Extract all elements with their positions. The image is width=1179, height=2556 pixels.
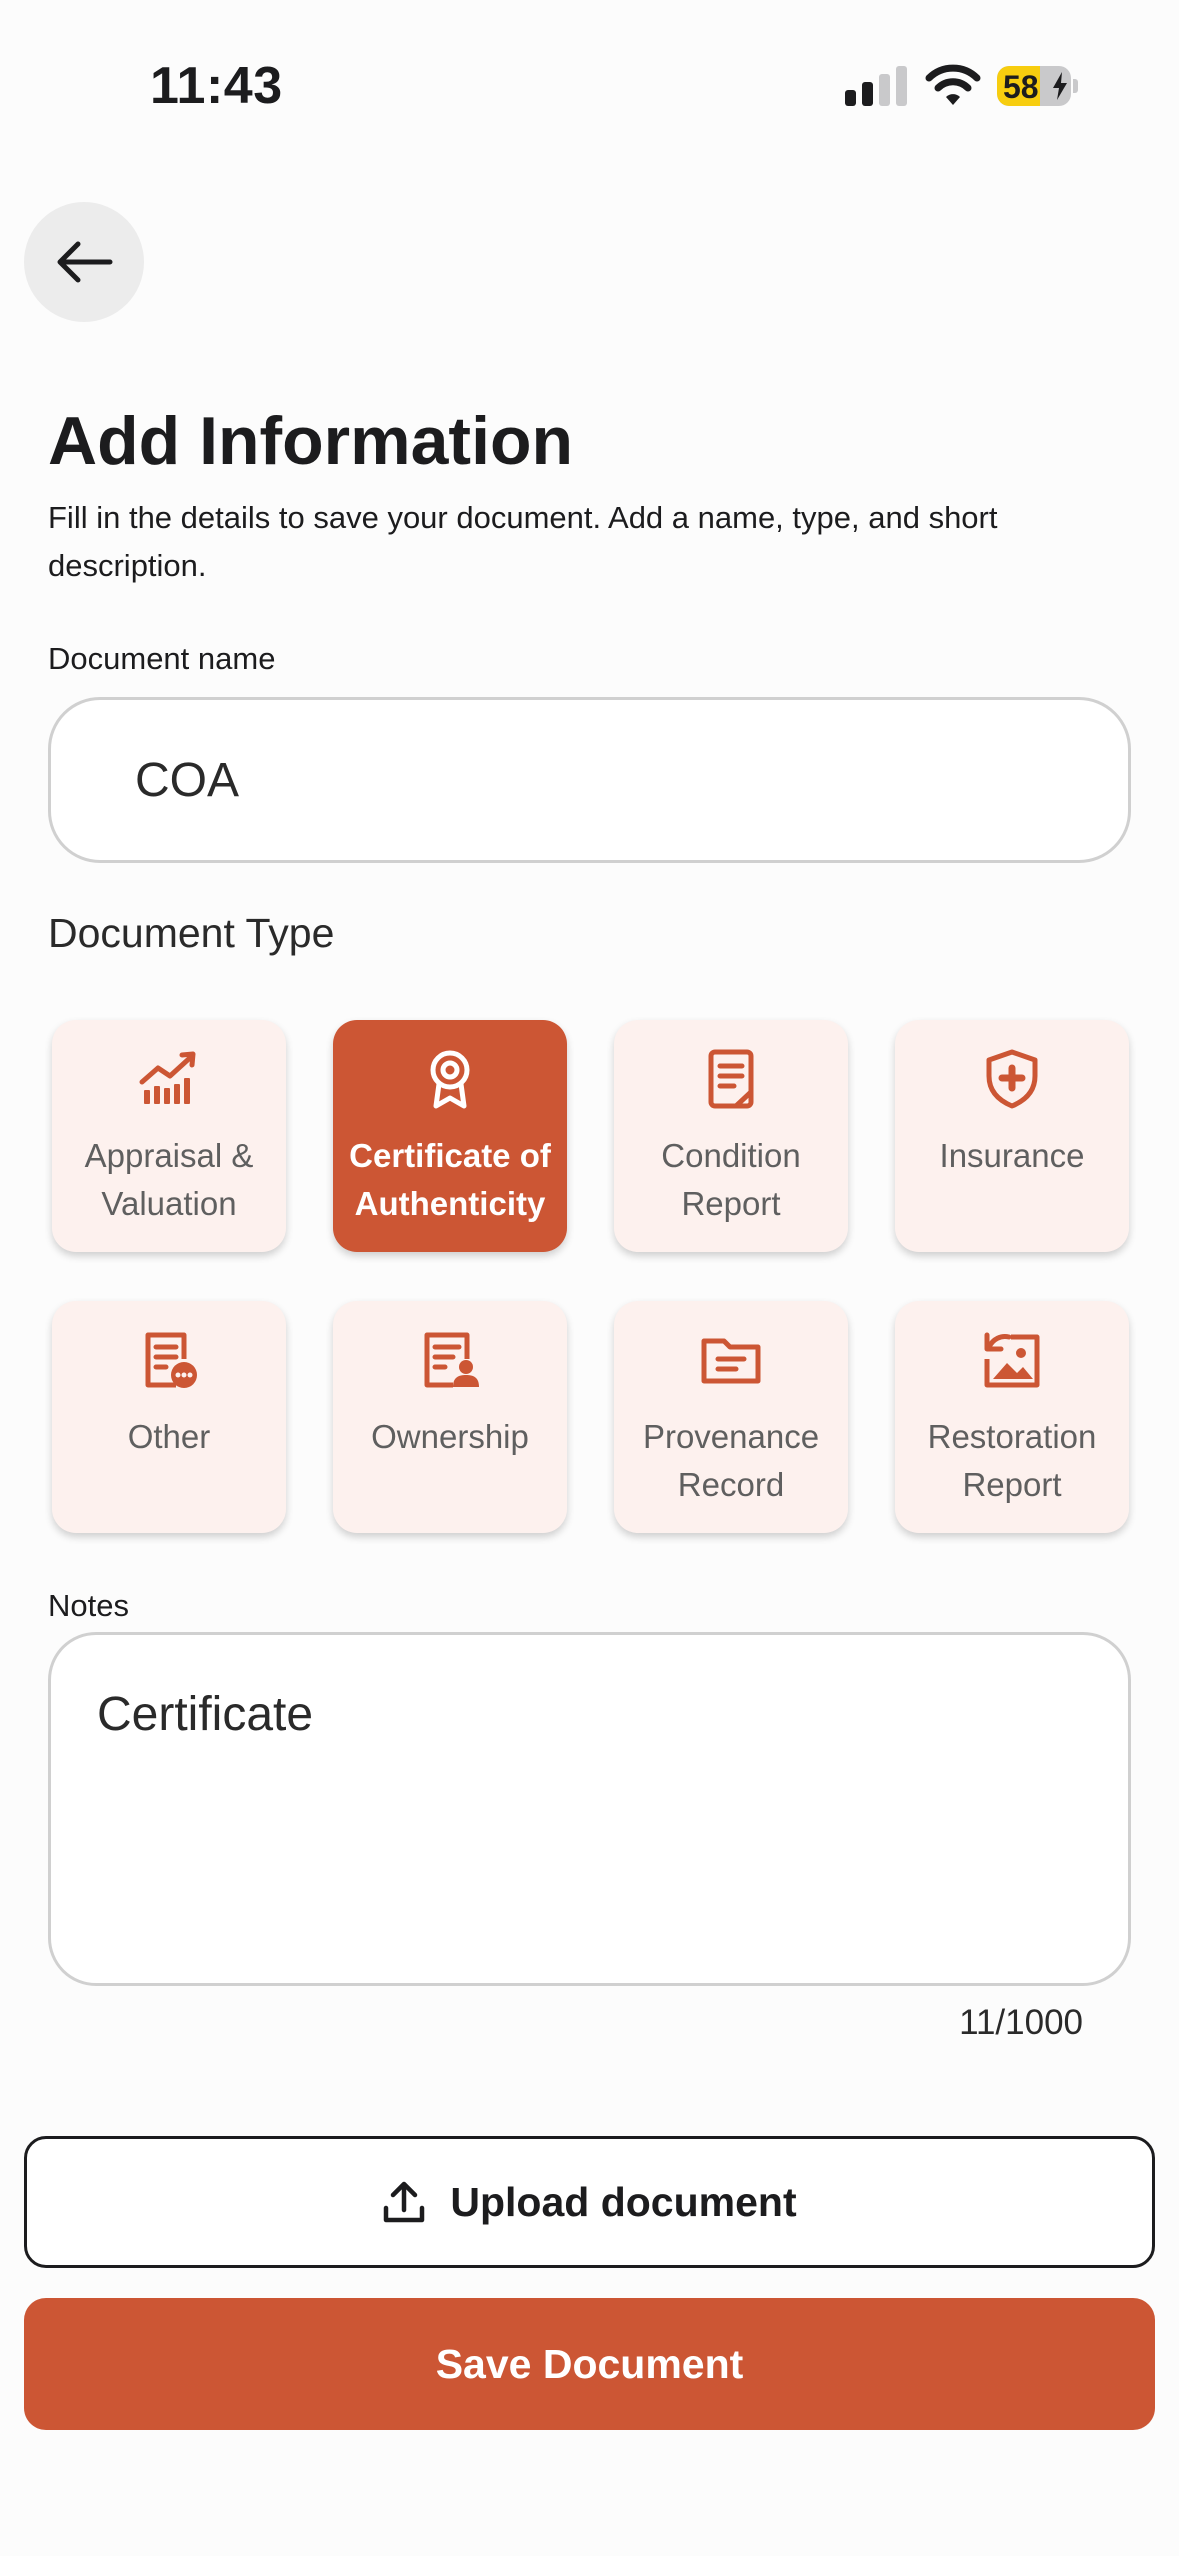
battery-level: 58 (1003, 69, 1039, 105)
type-label: Provenance Record (642, 1418, 820, 1503)
chart-icon (139, 1051, 196, 1104)
page-subtitle: Fill in the details to save your documen… (48, 500, 998, 583)
add-information-screen: 11:43 58 Add Information Fill in the det… (0, 0, 1179, 2556)
cellular-signal-icon (845, 66, 907, 106)
document-icon (708, 1049, 754, 1109)
type-label: Other (127, 1418, 211, 1455)
charging-bolt-icon (1053, 72, 1067, 100)
type-option-condition[interactable]: Condition Report (614, 1020, 848, 1252)
type-label: Condition Report (661, 1137, 801, 1222)
type-option-appraisal[interactable]: Appraisal & Valuation (52, 1020, 286, 1252)
type-label: Appraisal & Valuation (84, 1137, 254, 1222)
shield-plus-icon (986, 1049, 1038, 1109)
notes-label: Notes (48, 1588, 129, 1623)
type-label: Insurance (939, 1137, 1085, 1174)
back-button[interactable] (24, 202, 144, 322)
type-option-ownership[interactable]: Ownership (333, 1301, 567, 1533)
document-person-icon (424, 1332, 479, 1388)
status-bar: 11:43 58 (0, 0, 1179, 170)
upload-document-button[interactable]: Upload document (24, 2136, 1155, 2268)
document-more-icon (145, 1332, 197, 1388)
type-label: Ownership (371, 1418, 529, 1455)
type-option-insurance[interactable]: Insurance (895, 1020, 1129, 1252)
save-document-button[interactable]: Save Document (24, 2298, 1155, 2430)
wifi-icon (925, 64, 981, 105)
image-restore-icon (984, 1332, 1040, 1388)
document-name-label: Document name (48, 641, 276, 676)
save-document-label: Save Document (435, 2340, 744, 2387)
type-option-certificate[interactable]: Certificate of Authenticity (333, 1020, 567, 1252)
document-name-input[interactable] (48, 697, 1131, 863)
page-title: Add Information (48, 403, 574, 479)
battery-icon: 58 (997, 66, 1079, 106)
type-label: Certificate of Authenticity (349, 1137, 551, 1222)
notes-input[interactable]: Certificate (48, 1632, 1131, 1986)
folder-icon (701, 1338, 761, 1384)
document-type-label: Document Type (48, 910, 335, 956)
arrow-left-icon (57, 241, 113, 283)
status-time: 11:43 (150, 57, 283, 115)
type-option-other[interactable]: Other (52, 1301, 286, 1533)
type-option-restoration[interactable]: Restoration Report (895, 1301, 1129, 1533)
type-option-provenance[interactable]: Provenance Record (614, 1301, 848, 1533)
type-label: Restoration Report (927, 1418, 1097, 1503)
upload-icon (384, 2181, 425, 2223)
award-icon (430, 1050, 470, 1109)
notes-char-count: 11/1000 (959, 2003, 1083, 2042)
upload-document-label: Upload document (450, 2178, 797, 2225)
